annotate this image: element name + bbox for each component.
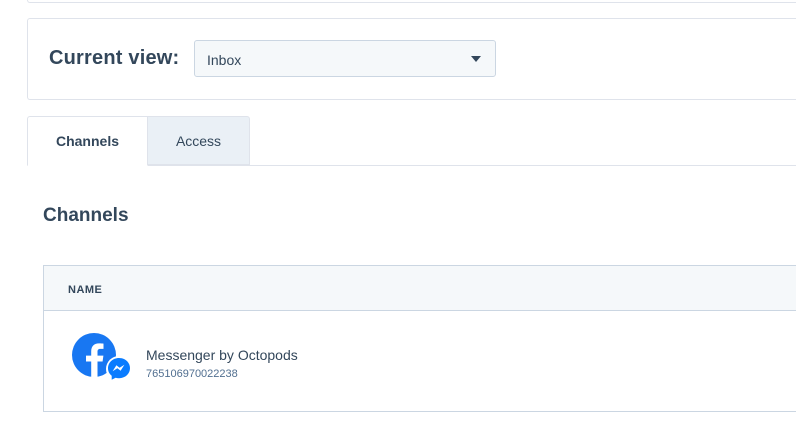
- table-header: NAME: [44, 266, 796, 311]
- facebook-messenger-icon: [72, 333, 134, 385]
- channel-name-link[interactable]: Messenger by Octopods: [146, 347, 298, 363]
- current-view-dropdown[interactable]: Inbox: [194, 40, 496, 77]
- top-card-edge: [27, 0, 796, 3]
- current-view-card: Current view: Inbox: [27, 18, 796, 100]
- tab-bar: Channels Access: [27, 116, 796, 166]
- tab-access[interactable]: Access: [147, 116, 250, 165]
- current-view-label: Current view:: [49, 47, 180, 69]
- tab-channels[interactable]: Channels: [27, 116, 148, 166]
- caret-down-icon: [471, 56, 481, 62]
- table-row: Messenger by Octopods 765106970022238: [44, 311, 796, 411]
- column-header-name[interactable]: NAME: [68, 284, 102, 296]
- section-title: Channels: [43, 205, 129, 226]
- channel-id: 765106970022238: [146, 368, 238, 380]
- channels-table: NAME Messenger by Octopods 7651069700222…: [43, 265, 796, 412]
- current-view-value: Inbox: [207, 52, 242, 68]
